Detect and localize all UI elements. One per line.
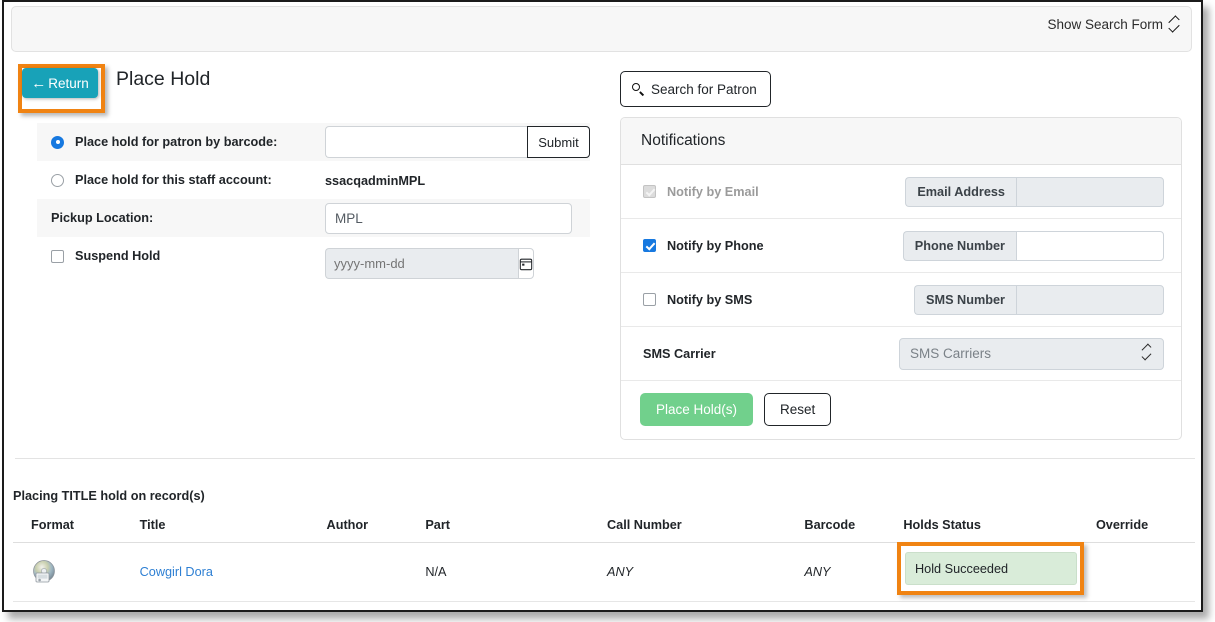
return-button-highlight: ← Return xyxy=(18,64,105,113)
suspend-date-group xyxy=(325,248,534,279)
submit-button[interactable]: Submit xyxy=(527,126,590,158)
notifications-actions: Place Hold(s) Reset xyxy=(621,381,1181,439)
search-form-bar: Show Search Form xyxy=(11,6,1192,52)
reset-button[interactable]: Reset xyxy=(764,393,832,426)
label-pickup-location: Pickup Location: xyxy=(51,211,154,225)
label-place-hold-by-barcode: Place hold for patron by barcode: xyxy=(75,135,278,149)
column-header-title: Title xyxy=(139,514,327,543)
label-place-hold-staff-account: Place hold for this staff account: xyxy=(75,173,272,187)
notifications-title: Notifications xyxy=(621,118,1181,165)
label-suspend-hold: Suspend Hold xyxy=(75,249,161,263)
sms-number-group: SMS Number xyxy=(914,284,1164,315)
pickup-location-input[interactable] xyxy=(325,203,572,234)
search-for-patron-label: Search for Patron xyxy=(651,81,757,97)
screenshot-root: Show Search Form ← Return Place Hold Pla… xyxy=(0,0,1215,622)
phone-number-addon-label: Phone Number xyxy=(902,230,1016,261)
checkbox-suspend-hold[interactable] xyxy=(51,249,64,263)
barcode-input[interactable] xyxy=(325,126,527,158)
radio-place-hold-staff-account[interactable] xyxy=(51,173,64,187)
chevron-updown-icon xyxy=(1142,345,1153,363)
column-header-holds-status: Holds Status xyxy=(903,514,1096,543)
sms-number-addon-label: SMS Number xyxy=(914,284,1016,315)
return-button[interactable]: ← Return xyxy=(22,68,98,98)
calendar-icon-button[interactable] xyxy=(518,248,534,279)
sms-carrier-select-wrap: SMS Carriers xyxy=(899,337,1164,370)
cell-override xyxy=(1095,542,1195,602)
cell-author xyxy=(326,542,426,602)
phone-number-input[interactable] xyxy=(1016,230,1164,261)
updown-chevron-icon xyxy=(1169,16,1180,32)
status-badge: Hold Succeeded xyxy=(905,552,1077,585)
column-header-barcode: Barcode xyxy=(804,514,904,543)
checkbox-notify-by-email[interactable] xyxy=(643,185,656,198)
place-holds-button[interactable]: Place Hold(s) xyxy=(640,393,754,426)
record-title-link[interactable]: Cowgirl Dora xyxy=(140,565,213,579)
label-sms-carrier: SMS Carrier xyxy=(643,346,716,361)
table-header-row: Format Title Author Part Call Number Bar… xyxy=(13,514,1195,543)
email-address-group: Email Address xyxy=(905,176,1164,207)
cell-title: Cowgirl Dora xyxy=(139,542,327,602)
row-notify-by-phone: Notify by Phone Phone Number xyxy=(621,219,1181,273)
sms-carrier-select[interactable]: SMS Carriers xyxy=(899,337,1164,370)
barcode-input-group: Submit xyxy=(325,126,590,158)
column-header-author: Author xyxy=(326,514,426,543)
cell-format xyxy=(13,542,140,602)
search-icon xyxy=(632,82,645,96)
suspend-date-input[interactable] xyxy=(325,248,518,279)
section-divider xyxy=(15,458,1195,459)
column-header-override: Override xyxy=(1095,514,1195,543)
dvd-disc-icon xyxy=(33,560,55,583)
column-header-part: Part xyxy=(425,514,607,543)
show-search-form-toggle[interactable]: Show Search Form xyxy=(1047,16,1180,32)
label-notify-by-phone: Notify by Phone xyxy=(667,238,764,253)
row-notify-by-sms: Notify by SMS SMS Number xyxy=(621,273,1181,327)
label-notify-by-email: Notify by Email xyxy=(667,184,759,199)
staff-account-value: ssacqadminMPL xyxy=(325,174,426,188)
show-search-form-label: Show Search Form xyxy=(1047,16,1163,32)
column-header-format: Format xyxy=(13,514,140,543)
notifications-card: Notifications Notify by Email Email Addr… xyxy=(620,117,1182,440)
sms-number-input[interactable] xyxy=(1016,284,1164,315)
checkbox-notify-by-phone[interactable] xyxy=(643,239,656,252)
cell-barcode: ANY xyxy=(804,542,904,602)
page-frame: Show Search Form ← Return Place Hold Pla… xyxy=(2,0,1203,612)
phone-number-group: Phone Number xyxy=(902,230,1164,261)
checkbox-notify-by-sms[interactable] xyxy=(643,293,656,306)
page-title: Place Hold xyxy=(116,68,211,90)
holds-status-highlight: Hold Succeeded xyxy=(897,542,1084,595)
row-place-hold-staff-account: Place hold for this staff account: xyxy=(37,161,590,199)
calendar-icon xyxy=(519,258,533,270)
cell-call-number: ANY xyxy=(607,542,805,602)
return-button-label: Return xyxy=(48,75,89,91)
search-for-patron-button[interactable]: Search for Patron xyxy=(620,71,771,107)
left-arrow-icon: ← xyxy=(31,74,47,92)
records-caption: Placing TITLE hold on record(s) xyxy=(13,489,205,503)
label-notify-by-sms: Notify by SMS xyxy=(667,292,753,307)
row-sms-carrier: SMS Carrier SMS Carriers xyxy=(621,327,1181,381)
row-notify-by-email: Notify by Email Email Address xyxy=(621,165,1181,219)
cell-part: N/A xyxy=(425,542,607,602)
email-address-input[interactable] xyxy=(1016,176,1164,207)
radio-place-hold-by-barcode[interactable] xyxy=(51,135,64,149)
email-address-addon-label: Email Address xyxy=(905,176,1016,207)
column-header-call-number: Call Number xyxy=(607,514,805,543)
